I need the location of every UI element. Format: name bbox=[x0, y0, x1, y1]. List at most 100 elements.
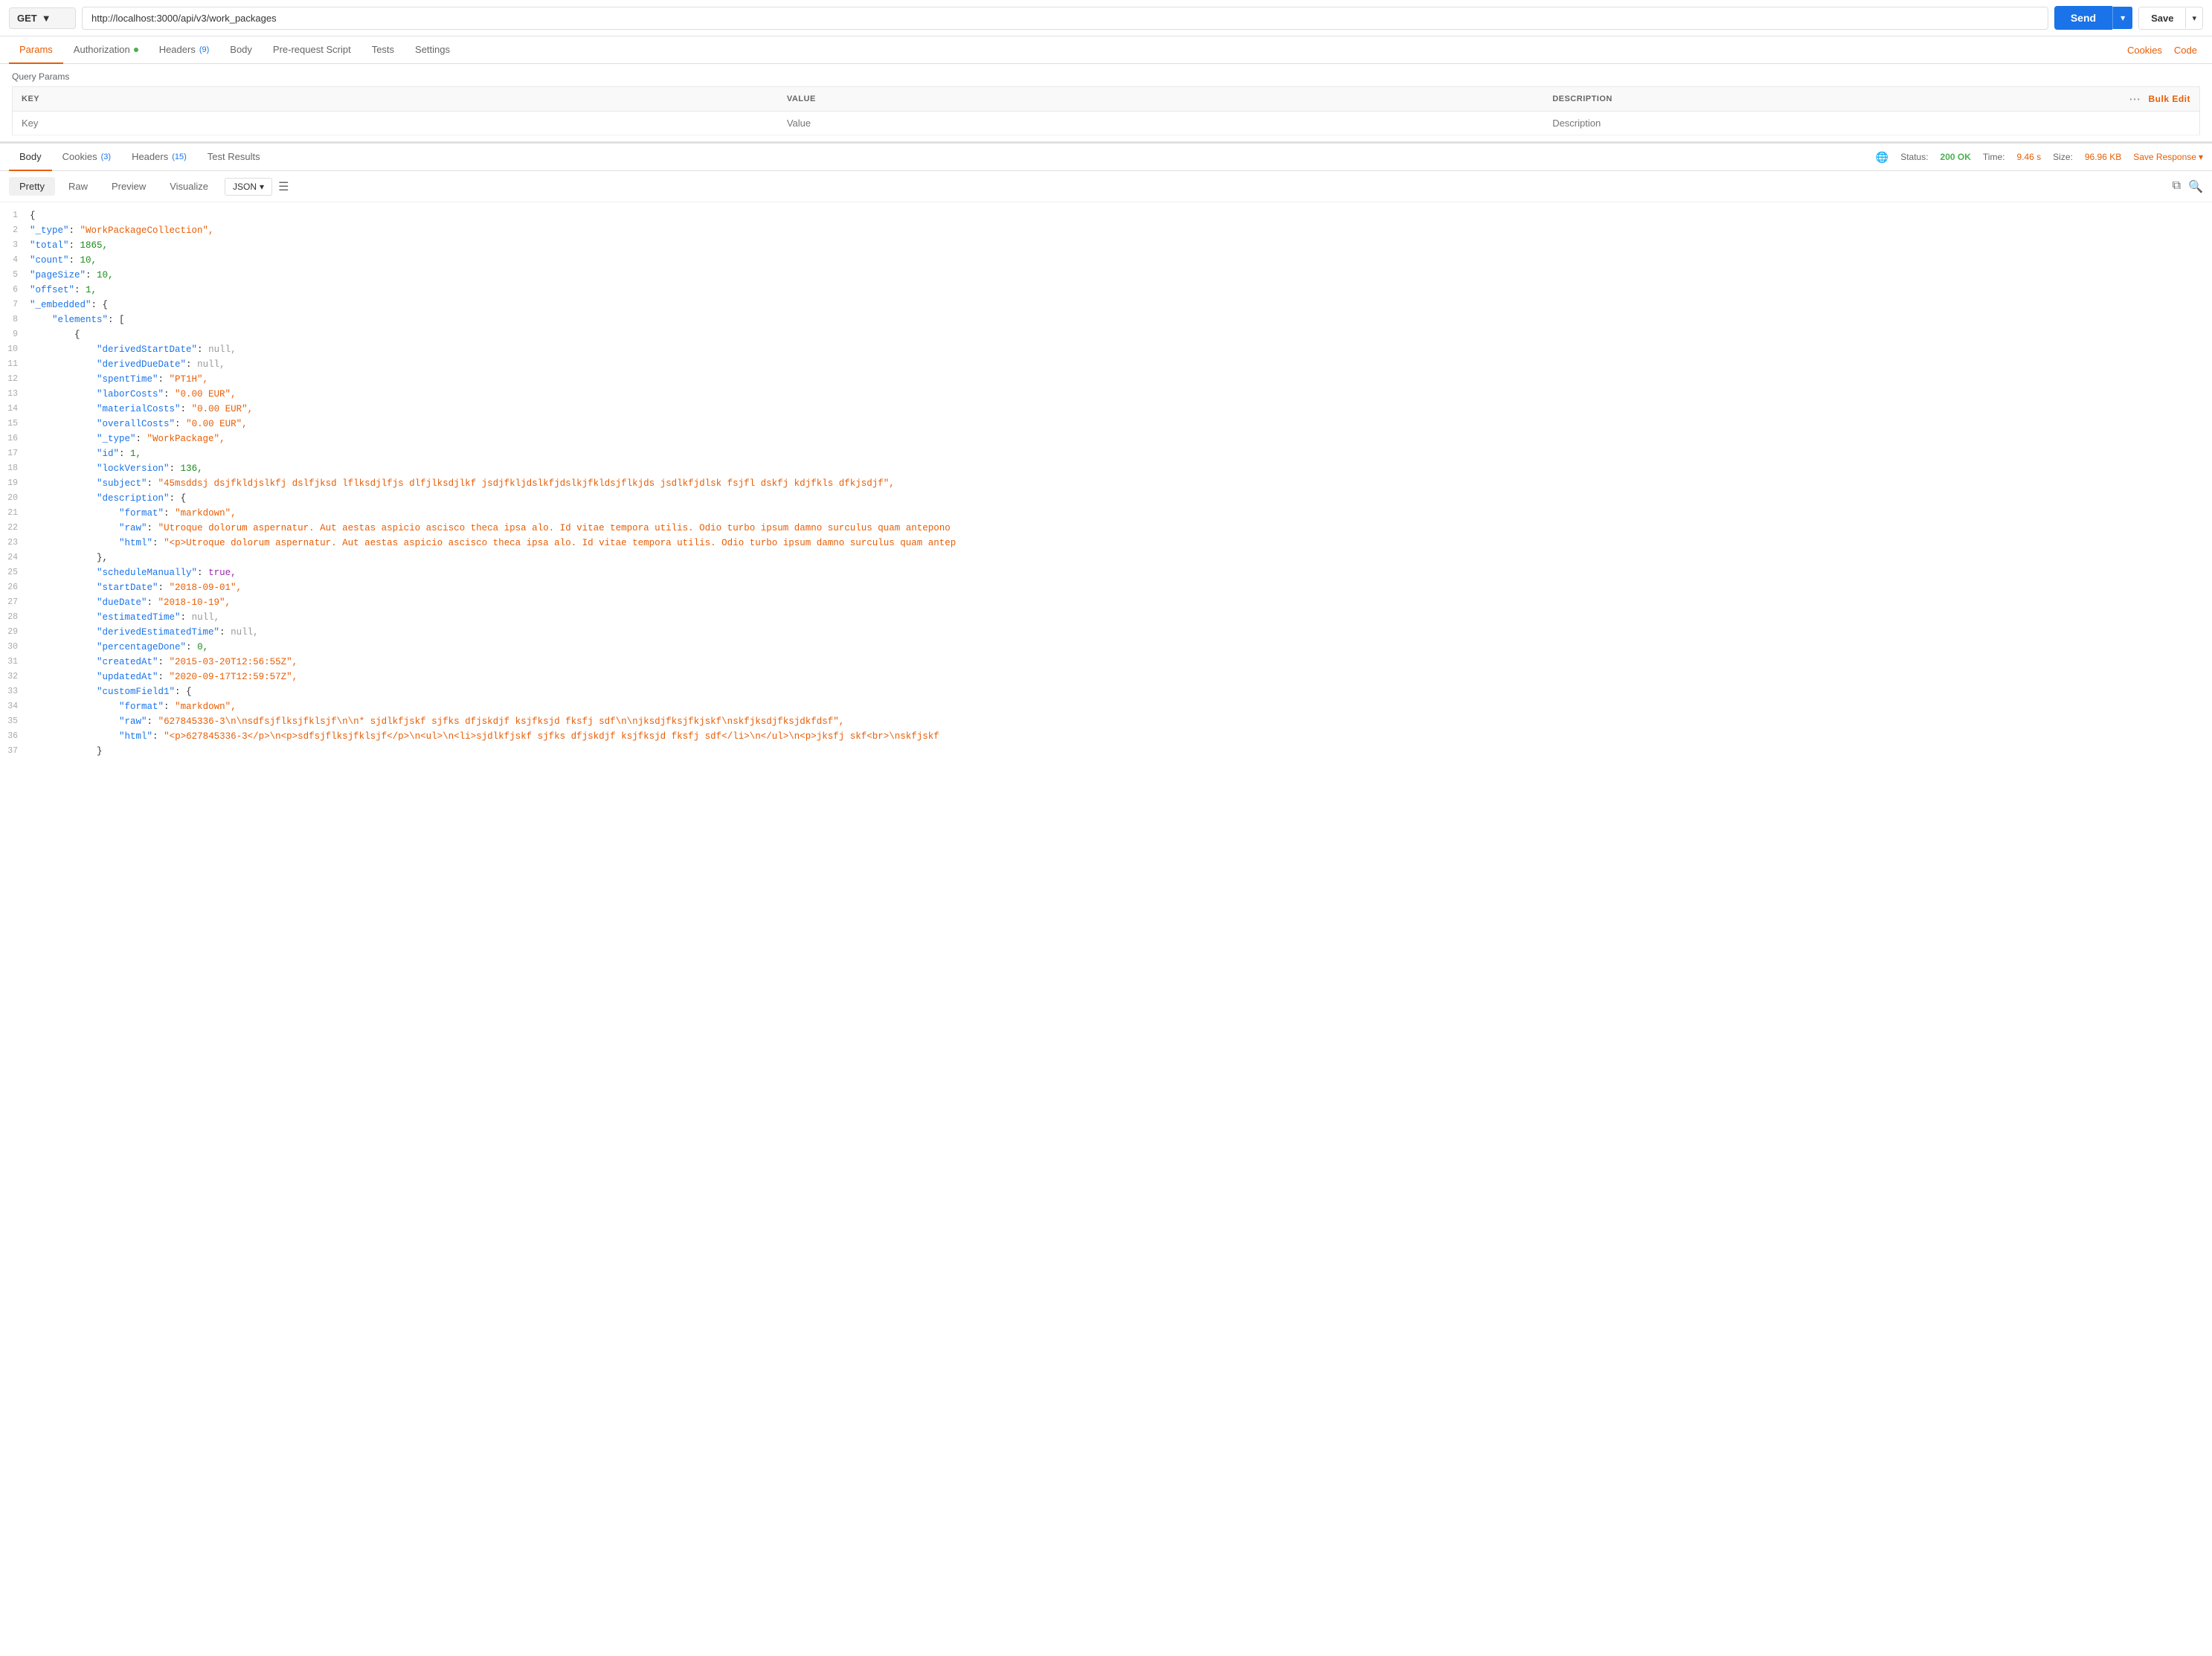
line-content: "overallCosts": "0.00 EUR", bbox=[30, 417, 2212, 431]
key-input[interactable] bbox=[22, 118, 769, 129]
line-content: "raw": "Utroque dolorum aspernatur. Aut … bbox=[30, 521, 2212, 536]
tab-tests[interactable]: Tests bbox=[361, 36, 405, 64]
line-number: 27 bbox=[0, 595, 30, 609]
cookies-link[interactable]: Cookies bbox=[2121, 37, 2168, 63]
line-content: "percentageDone": 0, bbox=[30, 640, 2212, 655]
code-line: 37 } bbox=[0, 744, 2212, 759]
method-select[interactable]: GET ▼ bbox=[9, 7, 76, 29]
code-line: 2"_type": "WorkPackageCollection", bbox=[0, 223, 2212, 238]
save-dropdown-button[interactable]: ▾ bbox=[2185, 8, 2202, 28]
code-line: 35 "raw": "627845336-3\n\nsdfsjflksjfkls… bbox=[0, 714, 2212, 729]
line-number: 31 bbox=[0, 655, 30, 669]
request-tabs: Params Authorization Headers (9) Body Pr… bbox=[0, 36, 2212, 64]
code-line: 29 "derivedEstimatedTime": null, bbox=[0, 625, 2212, 640]
query-params-title: Query Params bbox=[12, 71, 2200, 82]
line-number: 10 bbox=[0, 342, 30, 356]
line-content: "html": "<p>Utroque dolorum aspernatur. … bbox=[30, 536, 2212, 551]
code-line: 11 "derivedDueDate": null, bbox=[0, 357, 2212, 372]
query-params-section: Query Params KEY VALUE DESCRIPTION ··· B… bbox=[0, 64, 2212, 135]
code-line: 17 "id": 1, bbox=[0, 446, 2212, 461]
code-line: 12 "spentTime": "PT1H", bbox=[0, 372, 2212, 387]
code-line: 4"count": 10, bbox=[0, 253, 2212, 268]
line-number: 23 bbox=[0, 536, 30, 550]
format-select[interactable]: JSON ▾ bbox=[225, 178, 272, 196]
copy-icon[interactable]: ⧉ bbox=[2173, 179, 2181, 194]
view-tab-raw[interactable]: Raw bbox=[58, 177, 98, 196]
view-tab-visualize[interactable]: Visualize bbox=[159, 177, 219, 196]
tab-prerequest[interactable]: Pre-request Script bbox=[263, 36, 361, 64]
search-icon[interactable]: 🔍 bbox=[2188, 179, 2203, 194]
column-options-icon[interactable]: ··· bbox=[2129, 93, 2141, 105]
response-section: Body Cookies (3) Headers (15) Test Resul… bbox=[0, 141, 2212, 765]
url-input[interactable] bbox=[82, 7, 2048, 30]
description-input[interactable] bbox=[1552, 118, 2190, 129]
value-column-header: VALUE bbox=[787, 94, 816, 103]
globe-icon: 🌐 bbox=[1876, 151, 1888, 164]
resp-tab-headers[interactable]: Headers (15) bbox=[121, 144, 197, 171]
line-content: "spentTime": "PT1H", bbox=[30, 372, 2212, 387]
code-line: 16 "_type": "WorkPackage", bbox=[0, 431, 2212, 446]
line-number: 15 bbox=[0, 417, 30, 431]
code-line: 36 "html": "<p>627845336-3</p>\n<p>sdfsj… bbox=[0, 729, 2212, 744]
line-number: 14 bbox=[0, 402, 30, 416]
request-bar: GET ▼ Send ▾ Save ▾ bbox=[0, 0, 2212, 36]
send-button[interactable]: Send bbox=[2054, 6, 2112, 30]
code-line: 5"pageSize": 10, bbox=[0, 268, 2212, 283]
code-line: 34 "format": "markdown", bbox=[0, 699, 2212, 714]
view-tab-preview[interactable]: Preview bbox=[101, 177, 156, 196]
tab-settings[interactable]: Settings bbox=[405, 36, 460, 64]
code-line: 1{ bbox=[0, 208, 2212, 223]
code-link[interactable]: Code bbox=[2168, 37, 2203, 63]
tab-authorization[interactable]: Authorization bbox=[63, 36, 149, 64]
code-line: 6"offset": 1, bbox=[0, 283, 2212, 298]
status-value: 200 OK bbox=[1941, 152, 1971, 162]
line-number: 1 bbox=[0, 208, 30, 222]
code-line: 9 { bbox=[0, 327, 2212, 342]
line-number: 4 bbox=[0, 253, 30, 267]
save-btn-group: Save ▾ bbox=[2138, 7, 2203, 30]
line-content: "derivedEstimatedTime": null, bbox=[30, 625, 2212, 640]
line-content: "count": 10, bbox=[30, 253, 2212, 268]
code-line: 25 "scheduleManually": true, bbox=[0, 565, 2212, 580]
tab-body[interactable]: Body bbox=[219, 36, 263, 64]
line-content: "dueDate": "2018-10-19", bbox=[30, 595, 2212, 610]
resp-tab-cookies[interactable]: Cookies (3) bbox=[52, 144, 121, 171]
line-number: 16 bbox=[0, 431, 30, 446]
response-tabs-bar: Body Cookies (3) Headers (15) Test Resul… bbox=[0, 144, 2212, 171]
code-line: 24 }, bbox=[0, 551, 2212, 565]
code-line: 33 "customField1": { bbox=[0, 684, 2212, 699]
line-content: "_embedded": { bbox=[30, 298, 2212, 312]
send-btn-group: Send ▾ bbox=[2054, 6, 2132, 30]
tab-headers[interactable]: Headers (9) bbox=[149, 36, 220, 64]
send-dropdown-button[interactable]: ▾ bbox=[2112, 7, 2132, 29]
code-line: 20 "description": { bbox=[0, 491, 2212, 506]
bulk-edit-button[interactable]: Bulk Edit bbox=[2148, 94, 2190, 104]
method-dropdown-icon[interactable]: ▼ bbox=[42, 13, 51, 24]
save-button[interactable]: Save bbox=[2139, 7, 2185, 29]
code-line: 22 "raw": "Utroque dolorum aspernatur. A… bbox=[0, 521, 2212, 536]
line-number: 24 bbox=[0, 551, 30, 565]
view-tab-pretty[interactable]: Pretty bbox=[9, 177, 55, 196]
line-content: "offset": 1, bbox=[30, 283, 2212, 298]
code-line: 31 "createdAt": "2015-03-20T12:56:55Z", bbox=[0, 655, 2212, 670]
value-input[interactable] bbox=[787, 118, 1534, 129]
line-number: 36 bbox=[0, 729, 30, 743]
line-number: 34 bbox=[0, 699, 30, 713]
save-response-dropdown-icon: ▾ bbox=[2199, 152, 2203, 162]
time-label: Time: bbox=[1983, 152, 2005, 162]
line-content: { bbox=[30, 208, 2212, 223]
line-number: 29 bbox=[0, 625, 30, 639]
wrap-icon[interactable]: ☰ bbox=[278, 179, 289, 194]
code-line: 26 "startDate": "2018-09-01", bbox=[0, 580, 2212, 595]
code-line: 32 "updatedAt": "2020-09-17T12:59:57Z", bbox=[0, 670, 2212, 684]
line-content: "html": "<p>627845336-3</p>\n<p>sdfsjflk… bbox=[30, 729, 2212, 744]
line-content: "description": { bbox=[30, 491, 2212, 506]
resp-tab-body[interactable]: Body bbox=[9, 144, 52, 171]
resp-tab-test-results[interactable]: Test Results bbox=[197, 144, 271, 171]
line-content: "id": 1, bbox=[30, 446, 2212, 461]
tab-params[interactable]: Params bbox=[9, 36, 63, 64]
save-response-button[interactable]: Save Response ▾ bbox=[2133, 152, 2203, 162]
line-content: "derivedStartDate": null, bbox=[30, 342, 2212, 357]
key-column-header: KEY bbox=[22, 94, 39, 103]
line-number: 28 bbox=[0, 610, 30, 624]
